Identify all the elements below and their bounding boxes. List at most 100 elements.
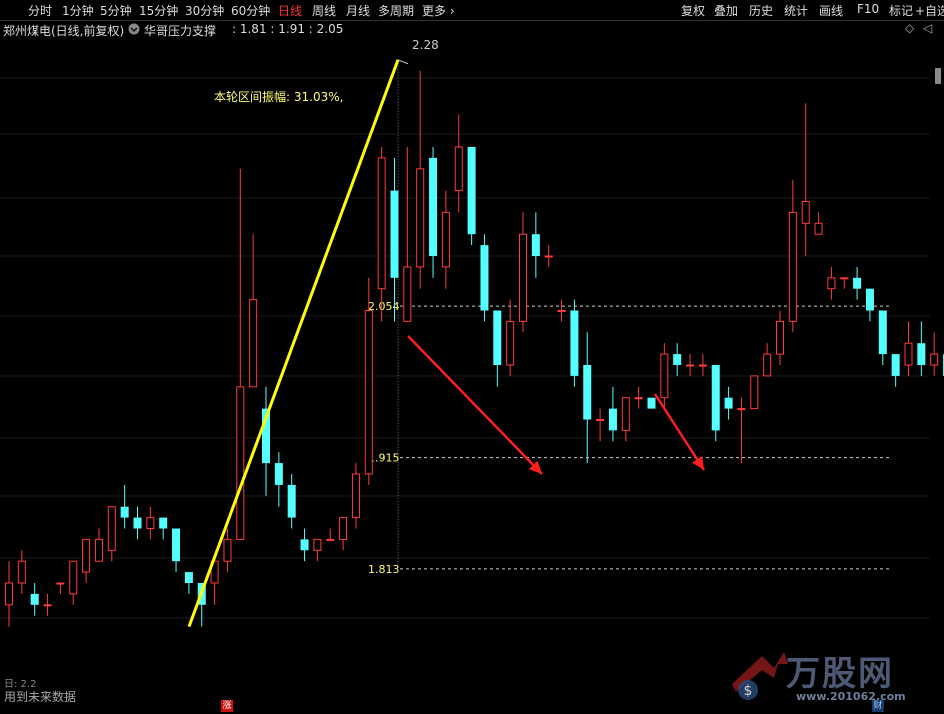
indicator-name[interactable]: 华哥压力支撑 <box>144 22 216 39</box>
candle-body-13 <box>172 528 181 562</box>
toolbar-action-5[interactable]: F10 <box>857 2 879 16</box>
period-toolbar: 分时 1分钟 5分钟 15分钟 30分钟 60分钟 日线 周线 月线 多周期 更多 › 复权 叠加 历史统… <box>0 0 944 21</box>
candlestick-chart: 2.054 1.915 1.813 本轮区间振幅: 31.03%, 2.28 用到未… <box>0 38 944 714</box>
candle-body-9 <box>120 506 129 518</box>
candle-body-37 <box>480 245 489 311</box>
candle-body-25 <box>326 538 335 541</box>
candle-body-69 <box>891 354 900 376</box>
candle-body-1 <box>17 560 26 584</box>
candle-body-0 <box>5 582 13 606</box>
candle-body-70 <box>904 342 913 366</box>
candle-body-61 <box>788 211 797 322</box>
candle-body-2 <box>30 593 39 605</box>
period-tab-5[interactable]: 60分钟 <box>231 2 270 19</box>
chart-canvas: 2.0541.9151.813 <box>0 59 944 628</box>
dropdown-chevron-icon[interactable] <box>128 23 140 38</box>
high-pointer <box>397 59 409 65</box>
candle-body-18 <box>236 386 245 540</box>
candle-body-67 <box>865 288 874 311</box>
candle-body-64 <box>827 277 836 290</box>
candle-body-48 <box>621 397 630 431</box>
candle-body-47 <box>608 408 617 431</box>
candle-body-24 <box>313 538 322 551</box>
candle-body-3 <box>43 604 52 607</box>
period-tab-1[interactable]: 1分钟 <box>62 2 94 19</box>
arrow-left-shaft <box>407 335 543 475</box>
toolbar-action-3[interactable]: 统计 <box>784 2 808 19</box>
candle-body-58 <box>750 375 759 410</box>
candle-body-26 <box>339 517 348 540</box>
candle-body-38 <box>493 310 502 365</box>
period-tab-4[interactable]: 30分钟 <box>185 2 224 19</box>
stock-title: 郑州煤电(日线,前复权) <box>3 24 125 38</box>
candle-body-6 <box>82 538 91 573</box>
scrollbar-track[interactable] <box>934 46 942 646</box>
candle-body-5 <box>69 560 78 595</box>
toolbar-action-1[interactable]: 叠加 <box>714 2 738 19</box>
candle-body-42 <box>544 255 553 258</box>
candle-body-29 <box>377 157 386 290</box>
candle-body-65 <box>840 277 849 280</box>
period-tab-2[interactable]: 5分钟 <box>100 2 132 19</box>
candle-body-8 <box>107 506 116 551</box>
candle-body-44 <box>570 310 579 376</box>
candle-body-59 <box>763 353 772 377</box>
candle-body-10 <box>133 517 142 529</box>
toolbar-action-0[interactable]: 复权 <box>681 2 705 19</box>
candle-body-43 <box>557 310 566 312</box>
diamond-icon[interactable]: ◇ <box>905 21 914 35</box>
period-tab-0[interactable]: 分时 <box>28 2 52 19</box>
high-price-label: 2.28 <box>412 38 439 52</box>
candle-body-53 <box>686 364 695 367</box>
toolbar-action-6[interactable]: 标记 <box>889 2 913 19</box>
period-tab-7[interactable]: 周线 <box>312 2 336 19</box>
candle-body-14 <box>184 572 193 583</box>
chart-info-bar: 郑州煤电(日线,前复权) 华哥压力支撑 : 1.81 : 1.91 : 2.05… <box>0 20 944 38</box>
candle-body-62 <box>801 201 810 224</box>
candle-body-39 <box>506 320 515 366</box>
candle-body-66 <box>853 277 862 289</box>
period-tab-6[interactable]: 日线 <box>278 2 302 19</box>
candle-body-35 <box>454 146 463 192</box>
candle-body-55 <box>711 365 720 431</box>
scrollbar-thumb[interactable] <box>935 68 941 84</box>
period-tab-3[interactable]: 15分钟 <box>139 2 178 19</box>
bottom-note: 用到未来数据 <box>4 690 77 704</box>
candle-body-32 <box>416 168 425 268</box>
candle-body-21 <box>274 463 283 485</box>
candle-body-51 <box>660 353 669 399</box>
arrow-right-shaft <box>653 393 706 471</box>
toolbar-action-7[interactable]: +自选 <box>915 2 944 19</box>
candle-body-33 <box>429 157 438 256</box>
period-tab-9[interactable]: 多周期 <box>378 2 414 19</box>
candle-body-63 <box>814 222 823 235</box>
candle-body-11 <box>146 517 155 530</box>
candle-body-7 <box>94 538 103 562</box>
candle-body-36 <box>467 147 476 235</box>
candle-body-31 <box>403 266 412 322</box>
candle-body-54 <box>698 364 707 367</box>
level-label-2: 1.813 <box>368 563 400 576</box>
toolbar-action-2[interactable]: 历史 <box>749 2 773 19</box>
rise-marker[interactable]: 涨 <box>221 700 233 712</box>
more-menu-button[interactable]: 更多 › <box>422 2 455 19</box>
candle-body-71 <box>917 343 926 365</box>
toolbar-action-4[interactable]: 画线 <box>819 2 843 19</box>
candle-body-68 <box>878 310 887 355</box>
indicator-levels: : 1.81 : 1.91 : 2.05 <box>232 22 344 36</box>
candle-body-50 <box>647 397 656 409</box>
candle-body-28 <box>364 310 373 475</box>
candle-body-23 <box>300 539 309 551</box>
period-tab-8[interactable]: 月线 <box>346 2 370 19</box>
candle-body-40 <box>519 233 527 322</box>
collapse-panel-icon[interactable]: ◁ <box>923 21 932 35</box>
watermark: $ 万股网 www.201062.com <box>722 634 922 714</box>
candle-body-19 <box>249 299 258 388</box>
candle-body-52 <box>673 354 682 365</box>
candle-body-45 <box>583 365 592 420</box>
amplitude-note: 本轮区间振幅: 31.03%, <box>214 90 344 104</box>
watermark-text: 万股网 <box>786 654 894 694</box>
candle-body-60 <box>776 320 784 355</box>
candle-body-4 <box>56 582 65 585</box>
bottom-small-label: 日: 2.2 <box>4 679 37 690</box>
